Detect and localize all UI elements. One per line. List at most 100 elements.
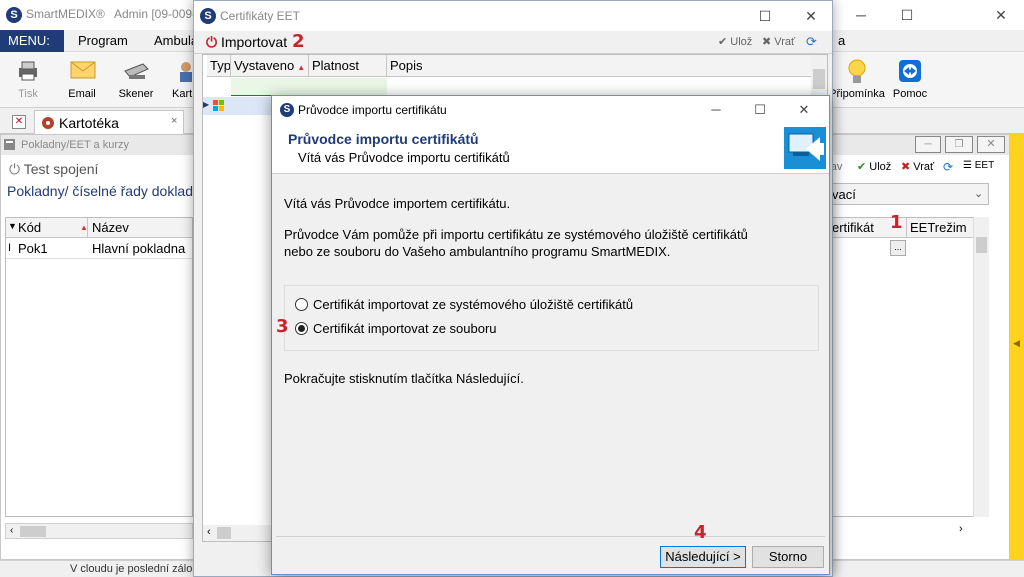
import-wizard-dialog: S Průvodce importu certifikátu ─ ☐ ✕ Prů… [271, 95, 830, 575]
col-platnost[interactable]: Platnost [309, 55, 387, 77]
col-kod[interactable]: Kód [18, 220, 41, 235]
import-button[interactable]: ⏻ Importovat [206, 34, 287, 51]
wizard-description-line1: Průvodce Vám pomůže při importu certifik… [284, 227, 748, 242]
col-typ[interactable]: Typ [207, 55, 231, 77]
wizard-description-line2: nebo ze souboru do Vašeho ambulantního p… [284, 244, 671, 259]
wizard-title: Průvodce importu certifikátu [298, 103, 447, 117]
import-plug-icon: ⏻ [206, 34, 218, 50]
wizard-welcome-text: Vítá vás Průvodce importem certifikátu. [284, 196, 511, 211]
menu-item-program[interactable]: Program [70, 30, 136, 52]
eet-label: EET [974, 160, 995, 171]
close-all-tabs-icon[interactable]: ✕ [12, 115, 26, 129]
next-button[interactable]: Následující > [660, 546, 746, 568]
col-eetrezim[interactable]: EETrežim [910, 220, 967, 235]
revert-button[interactable]: ✖ Vrať [901, 160, 934, 173]
filter-row[interactable] [231, 78, 387, 96]
cert-close-button[interactable]: ✕ [788, 1, 834, 31]
radio-system-store[interactable] [295, 298, 308, 311]
kartoteka-button[interactable]: Kart [164, 55, 192, 105]
cert-save-label: Ulož [730, 36, 753, 48]
email-label: Email [68, 88, 96, 100]
cert-maximize-button[interactable]: ☐ [742, 1, 788, 31]
cert-refresh-icon[interactable]: ⟳ [806, 34, 817, 50]
vertical-scrollbar[interactable] [973, 217, 989, 517]
cross-icon: ✖ [762, 36, 772, 48]
person-icon [180, 62, 192, 82]
expand-left-icon: ◀ [1013, 338, 1020, 348]
col-vystaveno-label: Vystaveno [234, 58, 295, 73]
option-system-store[interactable]: Certifikát importovat ze systémového úlo… [293, 296, 793, 314]
wizard-header-title: Průvodce importu certifikátů [288, 131, 479, 147]
option-system-store-label: Certifikát importovat ze systémového úlo… [313, 297, 634, 312]
menu-button[interactable]: MENU: [0, 30, 64, 52]
main-maximize-button[interactable]: ☐ [884, 0, 930, 30]
eet-button[interactable]: ☰ EET [963, 160, 994, 171]
tab-close-icon[interactable]: × [171, 115, 177, 127]
col-nazev[interactable]: Název [92, 220, 129, 235]
col-certifikat[interactable]: ertifikát [832, 220, 874, 235]
revert-label: Vrať [913, 161, 935, 173]
test-connection-button[interactable]: ⏻ Test spojení [9, 161, 98, 178]
row-pointer-icon: ▶ [203, 100, 210, 109]
menu-item-right[interactable]: a [830, 30, 853, 52]
scroll-left-icon[interactable]: ‹ [10, 525, 13, 536]
wizard-maximize-button[interactable]: ☐ [740, 98, 780, 122]
tab-kartoteka-label: Kartotéka [59, 115, 119, 131]
cert-scroll-left-icon[interactable]: ‹ [207, 526, 211, 538]
col-vystaveno[interactable]: Vystaveno ▲ [231, 55, 309, 77]
menu-lines-icon: ☰ [963, 160, 972, 171]
scanner-button[interactable]: Skener [110, 55, 162, 105]
col-popis[interactable]: Popis [387, 55, 811, 77]
vscroll-thumb[interactable] [976, 237, 987, 253]
test-connection-label: Test spojení [23, 161, 99, 177]
scroll-thumb[interactable] [20, 526, 46, 537]
cert-hscroll-thumb[interactable] [217, 527, 231, 539]
certificate-browse-button[interactable]: ... [890, 240, 906, 256]
main-close-button[interactable]: ✕ [978, 0, 1024, 30]
certificate-wizard-icon [784, 127, 826, 169]
wizard-close-button[interactable]: ✕ [784, 98, 824, 122]
breadcrumb: Pokladny/ číselné řady dokladů [7, 183, 201, 199]
tab-kartoteka[interactable]: Kartotéka × [34, 110, 184, 134]
import-label: Importovat [220, 34, 288, 50]
refresh-icon[interactable]: ⟳ [943, 160, 953, 174]
annotation-3: 3 [276, 316, 289, 337]
wizard-header-subtitle: Vítá vás Průvodce importu certifikátů [298, 150, 510, 165]
col-divider [906, 218, 907, 238]
subwindow-restore-button[interactable]: ❐ [945, 136, 973, 153]
cross-icon: ✖ [901, 161, 911, 173]
wizard-title-bar: S Průvodce importu certifikátu ─ ☐ ✕ [272, 96, 829, 124]
col-divider [87, 218, 88, 238]
cert-revert-label: Vrať [774, 36, 796, 48]
calculator-icon [4, 139, 15, 150]
cert-vscroll-thumb[interactable] [813, 69, 825, 89]
email-button[interactable]: Email [56, 55, 108, 105]
horizontal-scrollbar[interactable]: ‹ [5, 523, 193, 539]
right-side-rail[interactable]: ◀ [1010, 134, 1024, 560]
radio-file-selected[interactable] [295, 322, 308, 335]
cert-toolbar: ⏻ Importovat 2 ✔ Ulož ✖ Vrať ⟳ [194, 31, 832, 54]
scroll-right-icon[interactable]: › [959, 523, 963, 535]
windows-icon [213, 100, 224, 111]
cert-revert-button[interactable]: ✖ Vrať [762, 35, 795, 48]
help-button[interactable]: Pomoc [884, 55, 936, 105]
row-cursor-icon: I [8, 242, 12, 254]
main-minimize-button[interactable]: ─ [838, 0, 884, 30]
lightbulb-icon [848, 59, 866, 83]
print-button[interactable]: Tisk [2, 55, 54, 105]
import-options-group: Certifikát importovat ze systémového úlo… [284, 285, 819, 351]
pokladny-table: ▼ Kód ▲ Název I Pok1 Hlavní pokladna [5, 217, 193, 517]
cert-title: Certifikáty EET [220, 9, 301, 23]
reminder-button[interactable]: Připomínka [828, 55, 886, 105]
cert-save-button[interactable]: ✔ Ulož [718, 35, 752, 48]
subwindow-minimize-button[interactable]: ─ [915, 136, 941, 153]
table-row[interactable]: I Pok1 Hlavní pokladna [6, 239, 192, 259]
kartoteka-label: Kart [172, 88, 193, 100]
save-button[interactable]: ✔ Ulož [857, 160, 891, 173]
app-title: SmartMEDIX® [26, 7, 105, 21]
mode-combobox[interactable]: vací ⌄ [827, 183, 989, 205]
subwindow-close-button[interactable]: ✕ [977, 136, 1005, 153]
cancel-button[interactable]: Storno [752, 546, 824, 568]
wizard-minimize-button[interactable]: ─ [696, 98, 736, 122]
option-file[interactable]: Certifikát importovat ze souboru [293, 320, 593, 338]
